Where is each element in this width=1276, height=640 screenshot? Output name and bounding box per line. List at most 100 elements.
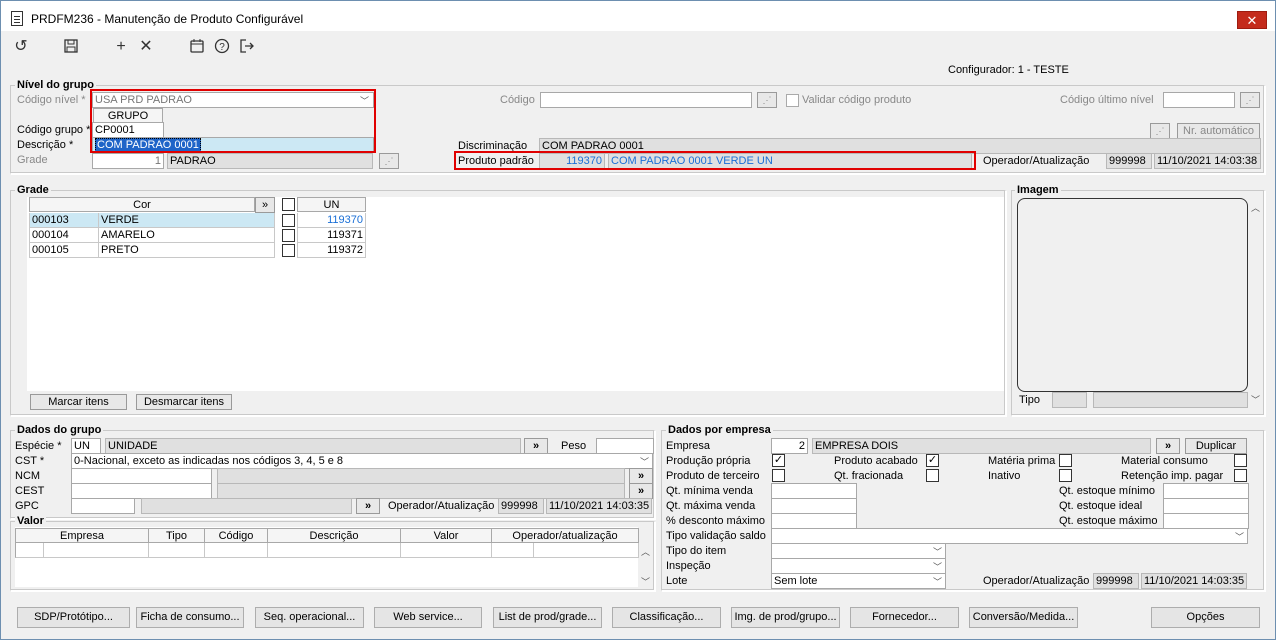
codigo-ultimo-lookup-button[interactable]: ⋰	[1240, 92, 1260, 108]
materia-prima-checkbox[interactable]	[1059, 454, 1072, 467]
grade-row-code[interactable]: 000104	[29, 228, 99, 243]
ncm-input[interactable]	[71, 468, 212, 484]
inativo-checkbox[interactable]	[1059, 469, 1072, 482]
codigo-input[interactable]	[540, 92, 752, 108]
grade-row-checkbox[interactable]	[282, 244, 295, 257]
cst-select[interactable]: 0-Nacional, exceto as indicadas nos códi…	[71, 453, 653, 469]
grade-select-all-checkbox[interactable]	[282, 198, 295, 211]
qt-min-venda-input[interactable]	[771, 483, 857, 499]
lote-select[interactable]: Sem lote ﹀	[771, 573, 946, 589]
imagem-tipo-code	[1052, 392, 1087, 408]
grade-row-un[interactable]: 119371	[297, 228, 366, 243]
delete-icon[interactable]: ✕	[136, 38, 156, 56]
retencao-label: Retenção imp. pagar	[1121, 470, 1224, 482]
grade-row-un[interactable]: 119372	[297, 243, 366, 258]
web-service-button[interactable]: Web service...	[374, 607, 482, 628]
tipo-validacao-select[interactable]: ﹀	[771, 528, 1248, 544]
tipo-item-select[interactable]: ﹀	[771, 543, 946, 559]
valor-cell[interactable]	[44, 543, 149, 558]
empresa-lookup-button[interactable]: »	[1156, 438, 1180, 454]
highlight-box-produto	[454, 151, 976, 170]
grade-expand-button[interactable]: »	[255, 197, 275, 213]
chevron-up-icon[interactable]: ︿	[1251, 201, 1260, 214]
operador-date-grupo: 11/10/2021 14:03:35	[546, 498, 652, 514]
configurador-label: Configurador: 1 - TESTE	[948, 64, 1069, 76]
ncm-lookup-button[interactable]: »	[629, 468, 653, 484]
desc-max-input[interactable]	[771, 513, 857, 529]
grade-row-un[interactable]: 119370	[297, 213, 366, 228]
produto-acabado-checkbox[interactable]: ✓	[926, 454, 939, 467]
toolbar: ↺ + ✕ ?	[1, 34, 1275, 62]
exit-icon[interactable]	[237, 38, 257, 59]
valor-cell[interactable]	[401, 543, 492, 558]
sdp-prototipo-button[interactable]: SDP/Protótipo...	[17, 607, 130, 628]
especie-lookup-button[interactable]: »	[524, 438, 548, 454]
material-consumo-checkbox[interactable]	[1234, 454, 1247, 467]
imagem-frame[interactable]	[1017, 198, 1248, 392]
conversao-medida-button[interactable]: Conversão/Medida...	[969, 607, 1078, 628]
chevron-down-icon: ﹀	[932, 577, 942, 587]
save-icon[interactable]	[61, 38, 81, 58]
valor-cell[interactable]	[268, 543, 401, 558]
nr-lookup-button[interactable]: ⋰	[1150, 123, 1170, 139]
grade-row-code[interactable]: 000103	[29, 213, 99, 228]
cst-label: CST *	[15, 455, 45, 467]
add-icon[interactable]: +	[111, 38, 131, 56]
close-button[interactable]: ✕	[1237, 11, 1267, 29]
dados-empresa-title: Dados por empresa	[666, 424, 773, 436]
grade-row-code[interactable]: 000105	[29, 243, 99, 258]
grade-number-input[interactable]: 1	[92, 153, 164, 169]
qt-estoque-min-input[interactable]	[1163, 483, 1249, 499]
chevron-up-icon[interactable]: ︿	[641, 545, 650, 558]
empresa-number-input[interactable]: 2	[771, 438, 808, 454]
validar-checkbox[interactable]	[786, 94, 799, 107]
retencao-checkbox[interactable]	[1234, 469, 1247, 482]
desmarcar-itens-button[interactable]: Desmarcar itens	[136, 394, 232, 410]
valor-cell[interactable]	[149, 543, 205, 558]
grade-row-checkbox[interactable]	[282, 214, 295, 227]
fornecedor-button[interactable]: Fornecedor...	[850, 607, 959, 628]
refresh-icon[interactable]: ↺	[11, 38, 31, 56]
valor-cell[interactable]	[492, 543, 534, 558]
chevron-down-icon[interactable]: ﹀	[1251, 393, 1260, 406]
classificacao-button[interactable]: Classificação...	[612, 607, 721, 628]
grade-lookup-button[interactable]: ⋰	[379, 153, 399, 169]
marcar-itens-button[interactable]: Marcar itens	[30, 394, 127, 410]
operador-label-grupo: Operador/Atualização	[388, 500, 495, 512]
calendar-icon[interactable]	[187, 38, 207, 59]
producao-propria-checkbox[interactable]: ✓	[772, 454, 785, 467]
img-prod-grupo-button[interactable]: Img. de prod/grupo...	[731, 607, 840, 628]
nr-automatico-button[interactable]: Nr. automático	[1177, 123, 1260, 139]
grade-row-name[interactable]: PRETO	[99, 243, 275, 258]
chevron-down-icon[interactable]: ﹀	[641, 575, 650, 588]
opcoes-button[interactable]: Opções	[1151, 607, 1260, 628]
gpc-lookup-button[interactable]: »	[356, 498, 380, 514]
qt-estoque-ideal-input[interactable]	[1163, 498, 1249, 514]
help-icon[interactable]: ?	[212, 38, 232, 59]
qt-max-venda-input[interactable]	[771, 498, 857, 514]
qt-fracionada-checkbox[interactable]	[926, 469, 939, 482]
inspecao-select[interactable]: ﹀	[771, 558, 946, 574]
gpc-input[interactable]	[71, 498, 135, 514]
qt-estoque-max-input[interactable]	[1163, 513, 1249, 529]
valor-cell[interactable]	[205, 543, 268, 558]
produto-terceiro-checkbox[interactable]	[772, 469, 785, 482]
grade-row-name[interactable]: VERDE	[99, 213, 275, 228]
duplicar-button[interactable]: Duplicar	[1185, 438, 1247, 454]
cest-lookup-button[interactable]: »	[629, 483, 653, 499]
valor-col-empresa: Empresa	[15, 528, 149, 543]
valor-cell[interactable]	[534, 543, 639, 558]
valor-cell[interactable]	[15, 543, 44, 558]
especie-code-input[interactable]: UN	[71, 438, 101, 454]
peso-input[interactable]	[596, 438, 654, 454]
grade-row-checkbox[interactable]	[282, 229, 295, 242]
chevron-down-icon: ﹀	[932, 547, 942, 557]
seq-operacional-button[interactable]: Seq. operacional...	[255, 607, 364, 628]
list-prod-grade-button[interactable]: List de prod/grade...	[493, 607, 602, 628]
grade-row-name[interactable]: AMARELO	[99, 228, 275, 243]
cest-input[interactable]	[71, 483, 212, 499]
codigo-lookup-button[interactable]: ⋰	[757, 92, 777, 108]
codigo-ultimo-input[interactable]	[1163, 92, 1235, 108]
ficha-consumo-button[interactable]: Ficha de consumo...	[136, 607, 244, 628]
dados-grupo-title: Dados do grupo	[15, 424, 104, 436]
